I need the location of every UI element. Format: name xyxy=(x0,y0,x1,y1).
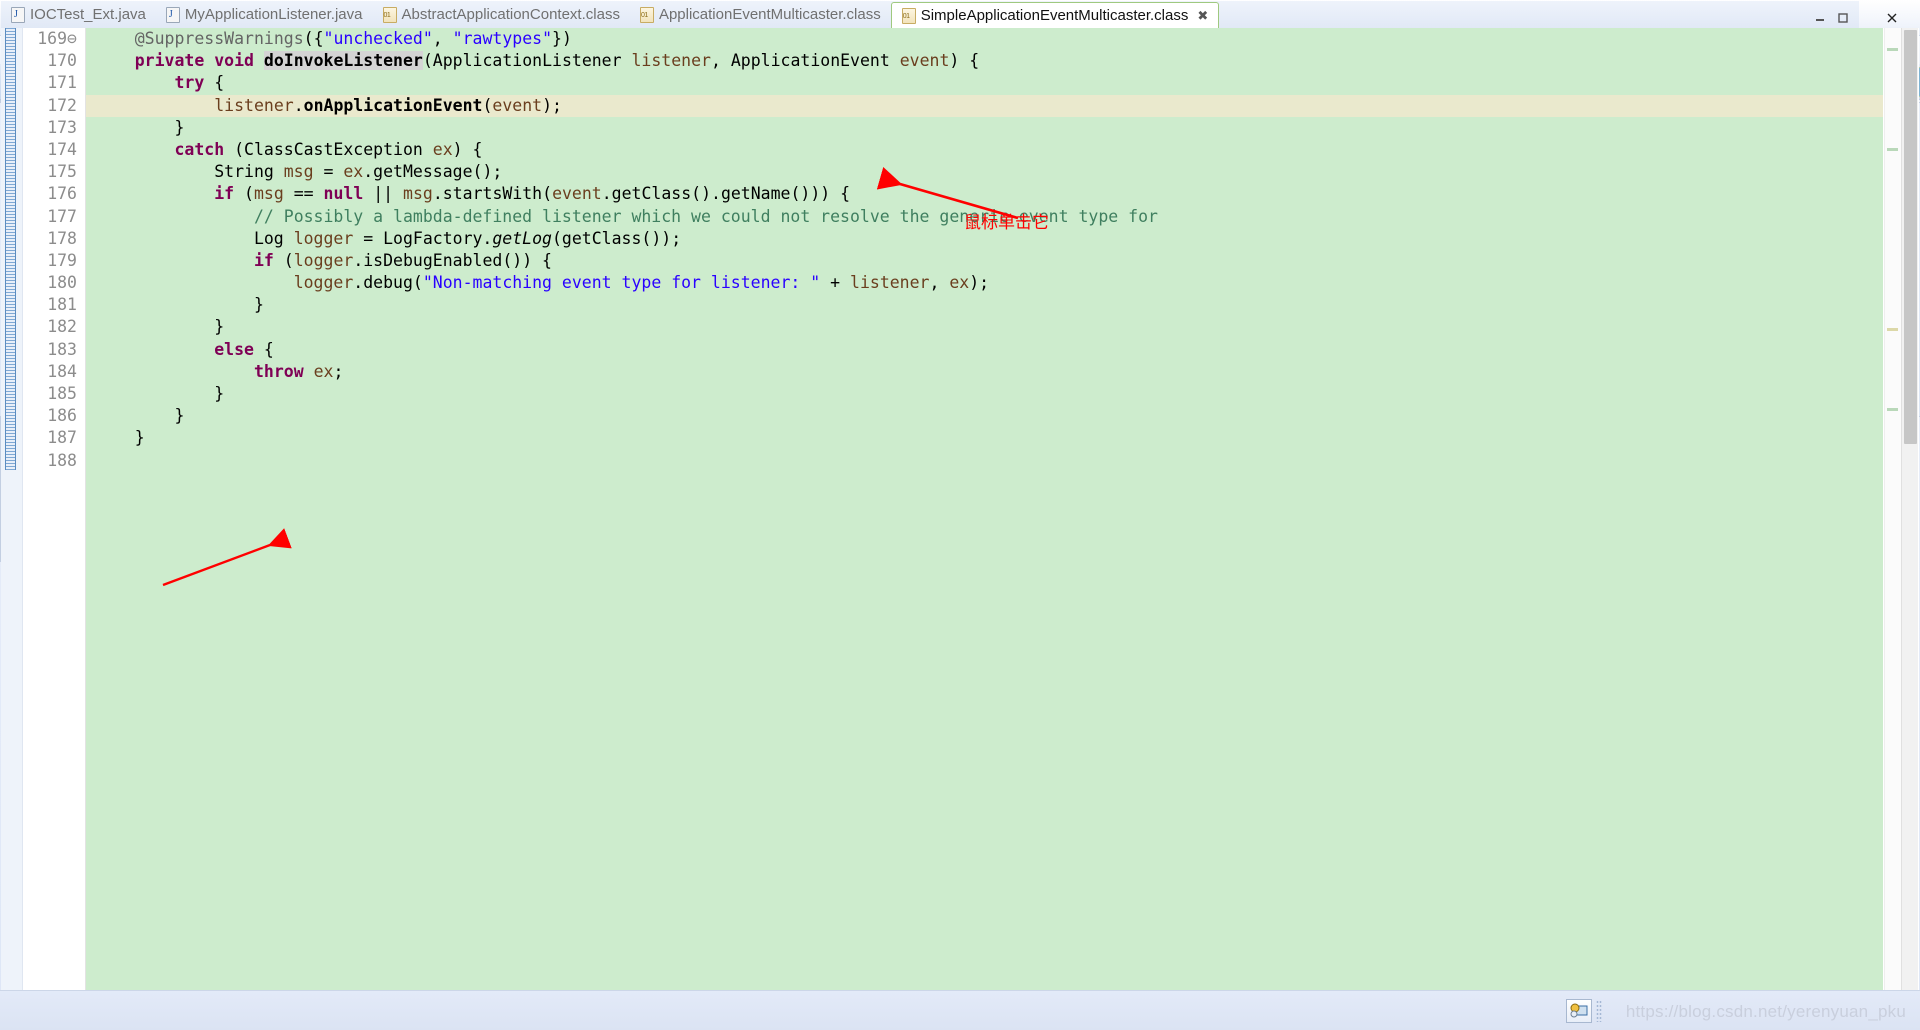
line-number: 181 xyxy=(47,295,77,315)
overview-ruler-mark[interactable] xyxy=(1887,328,1898,331)
line-number: 187 xyxy=(47,428,77,448)
line-number: 180 xyxy=(47,273,77,293)
editor-tab-ioctest-ext[interactable]: IOCTest_Ext.java xyxy=(1,1,156,28)
editor-tab-close-icon[interactable]: ✖ xyxy=(1197,8,1208,24)
java-file-icon xyxy=(11,6,25,23)
editor-tab-simpleapplicationeventmulticaster[interactable]: SimpleApplicationEventMulticaster.class … xyxy=(890,2,1220,29)
overview-ruler[interactable] xyxy=(1884,28,1901,1007)
code-line[interactable]: try { xyxy=(86,72,1883,94)
line-number: 184 xyxy=(47,361,77,381)
line-number: 179 xyxy=(47,250,77,270)
editor-tab-label: ApplicationEventMulticaster.class xyxy=(658,6,881,23)
line-number: 188 xyxy=(47,450,77,470)
line-number: 186 xyxy=(47,406,77,426)
editor-tab-label: MyApplicationListener.java xyxy=(184,6,363,23)
line-number: 178 xyxy=(47,228,77,248)
line-number: 177 xyxy=(47,206,77,226)
minimize-icon[interactable] xyxy=(1810,8,1830,28)
blog-watermark: https://blog.csdn.net/yerenyuan_pku xyxy=(1625,1002,1906,1021)
class-file-icon xyxy=(382,6,397,23)
code-line[interactable]: if (msg == null || msg.startsWith(event.… xyxy=(86,183,1883,205)
breakpoint-ruler[interactable] xyxy=(1,28,23,1007)
code-line[interactable]: logger.debug("Non-matching event type fo… xyxy=(86,272,1883,294)
code-line[interactable]: catch (ClassCastException ex) { xyxy=(86,139,1883,161)
code-line[interactable]: } xyxy=(86,427,1883,449)
line-number-ruler: 169⊖ 170 171 172 173 174 175 176 177 178 179 180 181… xyxy=(23,28,85,1007)
java-file-icon xyxy=(165,6,180,23)
code-line[interactable]: } xyxy=(86,405,1883,427)
editor-tab-applicationeventmulticaster[interactable]: ApplicationEventMulticaster.class xyxy=(630,1,891,28)
code-lines[interactable]: @SuppressWarnings({"unchecked", "rawtype… xyxy=(86,28,1883,1007)
line-number: 176 xyxy=(47,184,77,204)
annotation-click-hint: 鼠标单击它 xyxy=(964,213,1049,233)
maximize-icon[interactable] xyxy=(1833,8,1853,28)
editor-tab-label: IOCTest_Ext.java xyxy=(30,6,146,23)
editor-toolbar xyxy=(1810,8,1859,28)
line-number: 183 xyxy=(47,339,77,359)
code-line[interactable]: } xyxy=(86,383,1883,405)
overview-ruler-mark[interactable] xyxy=(1887,408,1898,411)
code-line[interactable]: } xyxy=(86,117,1883,139)
code-editor: IOCTest_Ext.java MyApplicationListener.j… xyxy=(0,0,1919,1029)
code-area[interactable]: 169⊖ 170 171 172 173 174 175 176 177 178 179 180 181… xyxy=(1,28,1919,1029)
code-line[interactable]: } xyxy=(86,294,1883,316)
editor-tab-myapplicationlistener[interactable]: MyApplicationListener.java xyxy=(156,1,373,28)
code-line[interactable]: throw ex; xyxy=(86,361,1883,383)
code-line[interactable]: listener.onApplicationEvent(event); xyxy=(86,94,1883,117)
class-file-icon xyxy=(901,7,916,24)
class-file-icon xyxy=(639,6,654,23)
editor-tab-abstractapplicationcontext[interactable]: AbstractApplicationContext.class xyxy=(373,1,630,28)
eclipse-window: Debug - org.springframework.context.even… xyxy=(0,0,1920,1030)
code-line[interactable]: } xyxy=(86,316,1883,338)
editor-tab-label: SimpleApplicationEventMulticaster.class xyxy=(920,7,1189,24)
smart-insert-icon[interactable] xyxy=(1566,998,1592,1023)
editor-tab-label: AbstractApplicationContext.class xyxy=(401,6,620,23)
line-number: 175 xyxy=(47,162,77,182)
code-line[interactable]: else { xyxy=(86,339,1883,361)
code-line[interactable]: String msg = ex.getMessage(); xyxy=(86,161,1883,183)
code-line[interactable]: @SuppressWarnings({"unchecked", "rawtype… xyxy=(86,28,1883,50)
code-line[interactable]: private void doInvokeListener(Applicatio… xyxy=(86,50,1883,72)
line-number: 185 xyxy=(47,384,77,403)
editor-vertical-scrollbar[interactable] xyxy=(1901,28,1918,1007)
code-line[interactable] xyxy=(86,450,1883,472)
line-number: 170 xyxy=(47,51,77,71)
overview-ruler-mark[interactable] xyxy=(1887,148,1898,151)
overview-ruler-mark[interactable] xyxy=(1887,48,1898,51)
code-line[interactable]: if (logger.isDebugEnabled()) { xyxy=(86,250,1883,272)
line-number: 173 xyxy=(47,117,77,137)
line-number: 182 xyxy=(47,317,77,337)
line-number: 171 xyxy=(47,73,77,93)
status-grip[interactable] xyxy=(1596,999,1602,1022)
line-number: 172 xyxy=(47,95,77,115)
editor-tabs: IOCTest_Ext.java MyApplicationListener.j… xyxy=(1,1,1859,29)
line-number: 169⊖ xyxy=(37,29,77,48)
line-number: 174 xyxy=(47,139,77,159)
